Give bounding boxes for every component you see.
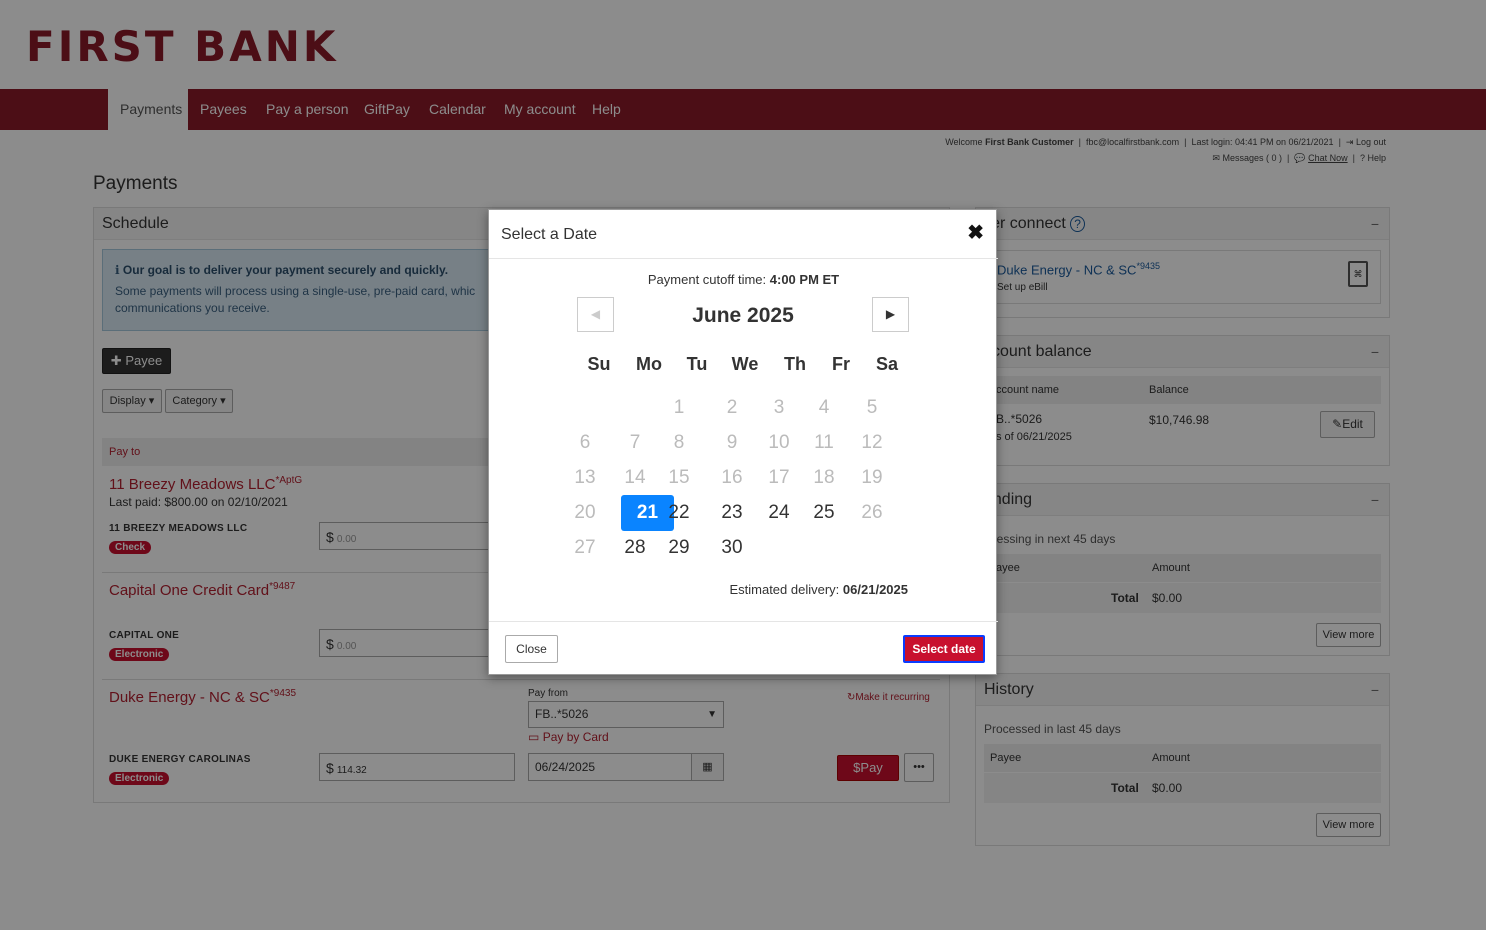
weekday-header: Mo xyxy=(636,354,662,374)
calendar-day[interactable]: 22 xyxy=(657,496,701,530)
calendar-day[interactable]: 29 xyxy=(657,531,701,565)
calendar-day: 10 xyxy=(768,432,790,453)
calendar-day: 27 xyxy=(574,537,596,558)
calendar-day: 12 xyxy=(861,432,883,453)
calendar-day[interactable]: 23 xyxy=(710,496,754,530)
calendar-day: 4 xyxy=(818,397,830,418)
select-date-modal: Select a Date ✖ Payment cutoff time: 4:0… xyxy=(488,209,998,675)
next-month-button[interactable]: ▶ xyxy=(872,297,909,332)
weekday-header: We xyxy=(731,354,759,374)
prev-month-button[interactable]: ◀ xyxy=(577,297,614,332)
modal-footer-divider xyxy=(489,621,998,622)
calendar-day: 1 xyxy=(673,397,685,418)
cutoff-label: Payment cutoff time: xyxy=(647,272,767,287)
calendar-day[interactable]: 28 xyxy=(613,531,657,565)
cutoff-value: 4:00 PM ET xyxy=(769,272,840,287)
modal-divider xyxy=(489,258,998,259)
estimated-delivery: Estimated delivery: 06/21/2025 xyxy=(729,582,908,597)
chevron-right-icon: ▶ xyxy=(885,307,896,321)
calendar-day: 9 xyxy=(726,432,738,453)
weekday-header: Tu xyxy=(686,354,708,374)
calendar-day: 16 xyxy=(721,467,743,488)
calendar-day: 19 xyxy=(861,467,883,488)
calendar-day: 8 xyxy=(673,432,685,453)
calendar-day: 11 xyxy=(814,432,834,453)
calendar-day: 17 xyxy=(768,467,790,488)
cutoff-time: Payment cutoff time: 4:00 PM ET xyxy=(489,272,998,287)
month-label: June 2025 xyxy=(692,304,794,327)
calendar-day: 13 xyxy=(574,467,596,488)
calendar-day: 7 xyxy=(629,432,641,453)
chevron-left-icon: ◀ xyxy=(590,307,601,321)
calendar-day: 15 xyxy=(668,467,690,488)
calendar-day: 20 xyxy=(574,502,596,523)
weekday-header: Sa xyxy=(875,354,899,374)
weekday-header: Fr xyxy=(832,354,850,374)
delivery-value: 06/21/2025 xyxy=(842,582,908,597)
weekday-header: Su xyxy=(587,354,611,374)
calendar-day: 26 xyxy=(861,502,883,523)
calendar-day: 14 xyxy=(624,467,646,488)
calendar-day: 2 xyxy=(726,397,738,418)
calendar-day[interactable]: 25 xyxy=(802,496,846,530)
calendar-day: 3 xyxy=(773,397,785,418)
calendar-day: 6 xyxy=(579,432,591,453)
modal-title: Select a Date xyxy=(501,226,598,243)
close-icon[interactable]: ✖ xyxy=(967,220,984,245)
close-button[interactable]: Close xyxy=(505,635,558,663)
calendar-day: 5 xyxy=(866,397,878,418)
calendar-day: 18 xyxy=(813,467,835,488)
select-date-button[interactable]: Select date xyxy=(903,635,985,663)
calendar-day[interactable]: 24 xyxy=(757,496,801,530)
delivery-label: Estimated delivery: xyxy=(729,582,840,597)
calendar-day[interactable]: 30 xyxy=(710,531,754,565)
weekday-header: Th xyxy=(784,354,806,374)
